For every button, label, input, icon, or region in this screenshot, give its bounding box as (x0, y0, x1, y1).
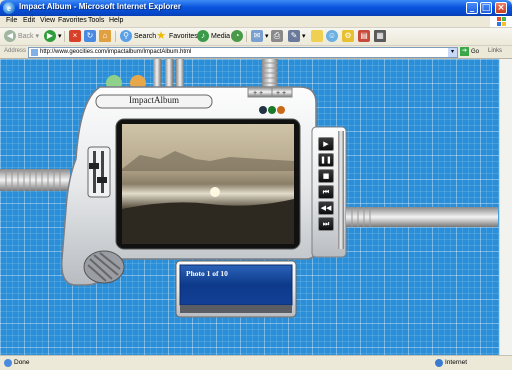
edit-button[interactable]: ✎ ▾ (288, 30, 306, 43)
toolbar-separator (64, 31, 65, 42)
first-icon: ⏮ (322, 188, 330, 196)
research-icon: ▤ (358, 30, 370, 43)
stop-square-icon: ■ (322, 172, 330, 180)
address-dropdown-button[interactable]: ▾ (448, 48, 457, 57)
photo-caption: Photo 1 of 10 (186, 269, 228, 278)
favorites-star-icon: ★ (156, 30, 166, 43)
address-input[interactable]: http://www.geocities.com/impactalbum/Imp… (28, 47, 458, 58)
tool-icon: ⚙ (342, 30, 354, 43)
address-url[interactable]: http://www.geocities.com/impactalbum/Imp… (40, 48, 191, 57)
next-button[interactable]: ▶ (318, 137, 334, 151)
messenger-icon: ☺ (326, 30, 338, 43)
home-button[interactable]: ⌂ (99, 30, 113, 43)
print-button[interactable]: ⎙ (271, 30, 285, 43)
discuss-icon (311, 30, 323, 43)
last-photo-button[interactable]: ⏭ (318, 217, 334, 231)
forward-button[interactable]: ▶ ▾ (44, 30, 62, 43)
volume-slider[interactable] (88, 147, 110, 197)
photo-display[interactable] (122, 124, 294, 244)
page-icon (31, 49, 38, 56)
stop-playback-button[interactable]: ■ (318, 169, 334, 183)
home-icon: ⌂ (99, 30, 111, 43)
go-button[interactable]: ➔ Go (460, 47, 479, 57)
internet-globe-icon (435, 359, 443, 367)
film-icon: ▦ (374, 30, 386, 43)
menu-edit[interactable]: Edit (23, 17, 35, 24)
window-title-bar[interactable]: e Impact Album - Microsoft Internet Expl… (0, 0, 512, 16)
refresh-button[interactable]: ↻ (84, 30, 98, 43)
next-icon: ▶ (323, 140, 329, 148)
window-title: Impact Album - Microsoft Internet Explor… (19, 2, 181, 11)
search-icon: ⚲ (120, 30, 132, 43)
pause-icon: ❚❚ (320, 156, 332, 164)
security-zone: Internet (445, 359, 468, 366)
toolbar: ◀ Back ▾ ▶ ▾ × ↻ ⌂ ⚲ Search ★ Favorites ♪ Med… (0, 28, 512, 46)
close-button[interactable]: × (495, 2, 507, 14)
messenger-button[interactable]: ☺ (326, 30, 340, 43)
discuss-button[interactable] (311, 30, 325, 43)
history-button[interactable]: ◔ (231, 30, 245, 43)
menu-bar: File Edit View Favorites Tools Help (0, 16, 512, 28)
vertical-scrollbar[interactable] (499, 59, 512, 355)
menu-file[interactable]: File (6, 17, 17, 24)
refresh-icon: ↻ (84, 30, 96, 43)
forward-arrow-icon: ▶ (44, 30, 56, 43)
history-icon: ◔ (231, 30, 243, 43)
status-bar: Done Internet (0, 355, 512, 370)
links-button[interactable]: Links (488, 48, 502, 54)
menu-tools[interactable]: Tools (88, 17, 104, 24)
toolbar-separator (246, 31, 247, 42)
toolbar-separator (115, 31, 116, 42)
menu-favorites[interactable]: Favorites (58, 17, 87, 24)
go-arrow-icon: ➔ (460, 47, 469, 56)
pause-button[interactable]: ❚❚ (318, 153, 334, 167)
maximize-button[interactable]: □ (480, 2, 492, 14)
mail-icon: ✉ (251, 30, 263, 43)
film-button[interactable]: ▦ (374, 30, 388, 43)
stop-icon: × (69, 30, 81, 43)
rewind-button[interactable]: ◀◀ (318, 201, 334, 215)
search-button[interactable]: ⚲ Search (120, 30, 156, 43)
media-icon: ♪ (197, 30, 209, 43)
favorites-button[interactable]: ★ Favorites (155, 30, 198, 43)
first-photo-button[interactable]: ⏮ (318, 185, 334, 199)
windows-flag-icon (490, 16, 512, 27)
address-bar: Address http://www.geocities.com/impacta… (0, 46, 512, 59)
research-button[interactable]: ▤ (358, 30, 372, 43)
back-button[interactable]: ◀ Back ▾ (4, 30, 39, 43)
address-label: Address (4, 48, 27, 54)
svg-text:+ +: + + (276, 90, 286, 97)
page-content: + + + + ImpactAlbum Photo 1 of 10 ▶ ❚❚ ■ … (0, 59, 512, 355)
rewind-icon: ◀◀ (320, 204, 332, 212)
back-arrow-icon: ◀ (4, 30, 16, 43)
last-icon: ⏭ (322, 220, 330, 228)
media-button[interactable]: ♪ Media (197, 30, 230, 43)
menu-view[interactable]: View (40, 17, 55, 24)
edit-icon: ✎ (288, 30, 300, 43)
print-icon: ⎙ (271, 30, 283, 43)
status-text: Done (14, 359, 30, 366)
mail-button[interactable]: ✉ ▾ (251, 30, 269, 43)
app-title: ImpactAlbum (129, 95, 179, 105)
ie-logo-icon: e (3, 2, 15, 14)
svg-text:+ +: + + (253, 90, 263, 97)
minimize-button[interactable]: _ (466, 2, 478, 14)
page-done-icon (4, 359, 12, 367)
tool-button[interactable]: ⚙ (342, 30, 356, 43)
menu-help[interactable]: Help (109, 17, 123, 24)
stop-button[interactable]: × (69, 30, 83, 43)
